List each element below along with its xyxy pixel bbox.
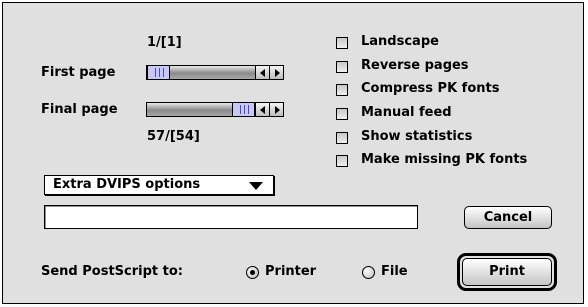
checkbox-box[interactable] (336, 37, 348, 49)
radio-button-selected[interactable] (246, 266, 259, 279)
radio-button[interactable] (362, 266, 375, 279)
printer-radio-label: Printer (265, 264, 317, 279)
arrow-left-icon (260, 69, 265, 77)
first-page-value: 1/[1] (147, 35, 182, 50)
final-page-increment-button[interactable] (269, 102, 284, 117)
first-page-slider-thumb[interactable] (147, 66, 170, 79)
radio-dot (250, 270, 255, 275)
manual-feed-label: Manual feed (361, 105, 452, 120)
reverse-pages-label: Reverse pages (361, 58, 469, 73)
extra-options-field[interactable] (44, 205, 418, 229)
make-missing-pk-fonts-label: Make missing PK fonts (361, 152, 528, 167)
extra-dvips-options-popup[interactable]: Extra DVIPS options (44, 175, 274, 195)
arrow-right-icon (275, 69, 280, 77)
triangle-down-icon (249, 182, 263, 190)
popup-label: Extra DVIPS options (53, 177, 201, 192)
final-page-decrement-button[interactable] (255, 102, 270, 117)
arrow-right-icon (275, 106, 280, 114)
final-page-slider-thumb[interactable] (232, 103, 255, 116)
show-statistics-label: Show statistics (361, 129, 473, 144)
cancel-button[interactable]: Cancel (464, 206, 552, 229)
checkbox-box[interactable] (336, 155, 348, 167)
first-page-label: First page (41, 65, 116, 80)
checkbox-box[interactable] (336, 84, 348, 96)
checkbox-box[interactable] (336, 61, 348, 73)
arrow-left-icon (260, 106, 265, 114)
checkbox-box[interactable] (336, 132, 348, 144)
landscape-label: Landscape (361, 34, 439, 49)
print-button[interactable]: Print (462, 258, 552, 286)
first-page-decrement-button[interactable] (255, 65, 270, 80)
file-radio-label: File (381, 264, 408, 279)
checkbox-box[interactable] (336, 108, 348, 120)
final-page-slider[interactable] (146, 102, 284, 117)
compress-pk-fonts-label: Compress PK fonts (361, 81, 500, 96)
first-page-increment-button[interactable] (269, 65, 284, 80)
print-dialog: 1/[1] First page Final page 57/[54] Land… (2, 2, 584, 304)
final-page-label: Final page (41, 102, 118, 117)
first-page-slider[interactable] (146, 65, 284, 80)
final-page-value: 57/[54] (147, 129, 200, 144)
send-postscript-label: Send PostScript to: (41, 264, 184, 279)
